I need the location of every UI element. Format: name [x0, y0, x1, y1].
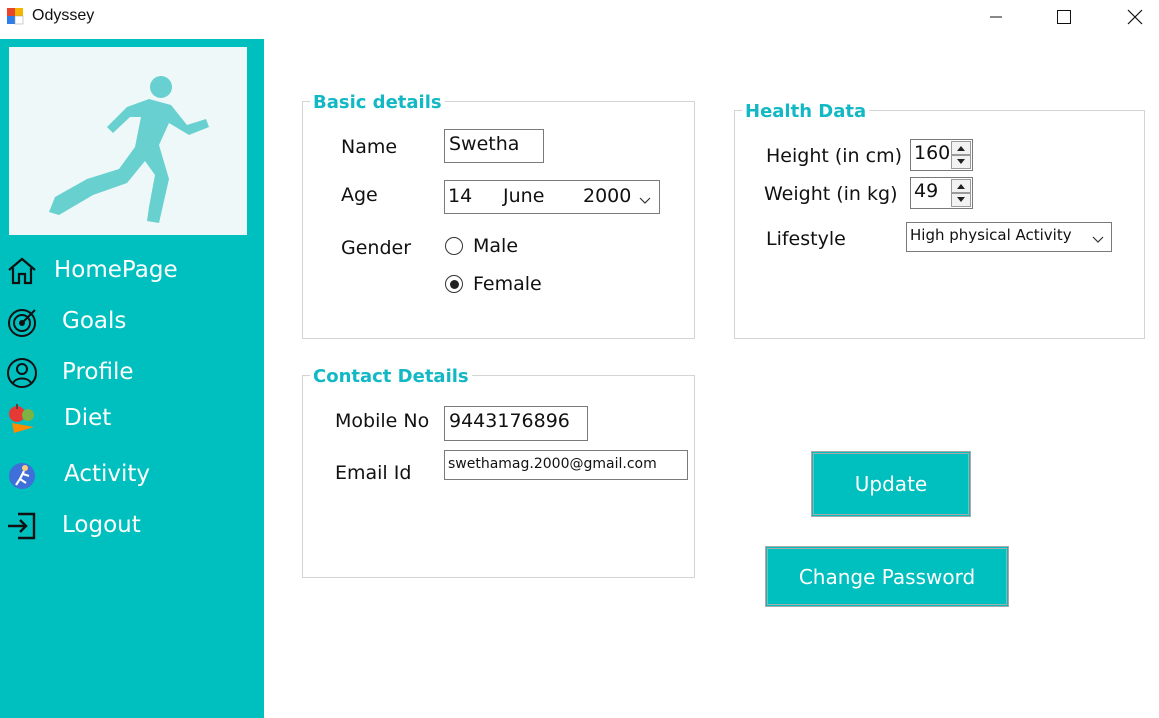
weight-down-button[interactable]: [951, 193, 971, 207]
sidebar-item-goals[interactable]: Goals: [0, 300, 264, 344]
name-label: Name: [341, 136, 398, 158]
sidebar-item-activity[interactable]: Activity: [0, 453, 264, 497]
lifestyle-select[interactable]: High physical Activity: [906, 222, 1112, 252]
sidebar-item-label: Profile: [62, 359, 134, 385]
weight-value: 49: [914, 180, 939, 202]
email-input[interactable]: swethamag.2000@gmail.com: [444, 450, 688, 480]
chevron-down-icon[interactable]: [1092, 231, 1104, 249]
sidebar-item-label: Goals: [62, 308, 127, 334]
height-stepper[interactable]: 160: [910, 139, 973, 171]
fruit-icon: [6, 403, 38, 435]
weight-label: Weight (in kg): [764, 183, 898, 205]
mobile-label: Mobile No: [335, 410, 430, 432]
sidebar-item-diet[interactable]: Diet: [0, 397, 264, 441]
radio-female-label: Female: [473, 273, 542, 295]
maximize-button[interactable]: [1041, 0, 1087, 34]
change-password-button[interactable]: Change Password: [765, 546, 1009, 607]
caret-down-icon: [957, 197, 965, 202]
height-value: 160: [914, 142, 951, 164]
mobile-input[interactable]: 9443176896: [444, 406, 588, 441]
radio-female[interactable]: Female: [445, 273, 565, 297]
sidebar-item-logout[interactable]: Logout: [0, 504, 264, 548]
name-input[interactable]: Swetha: [444, 129, 544, 163]
lifestyle-value: High physical Activity: [910, 226, 1072, 244]
sidebar-item-label: Diet: [64, 405, 112, 431]
activity-icon: [6, 459, 38, 491]
height-down-button[interactable]: [951, 155, 971, 169]
sidebar-item-homepage[interactable]: HomePage: [0, 249, 264, 293]
close-button[interactable]: [1112, 0, 1158, 34]
home-icon: [6, 255, 38, 287]
weight-up-button[interactable]: [951, 179, 971, 193]
radio-selected-dot: [449, 279, 459, 289]
caret-up-icon: [957, 184, 965, 189]
sidebar-item-label: Logout: [62, 512, 141, 538]
target-icon: [6, 306, 38, 338]
age-label: Age: [341, 184, 378, 206]
radio-male-circle[interactable]: [445, 237, 463, 255]
basic-details-title: Basic details: [310, 92, 445, 113]
height-label: Height (in cm): [766, 145, 902, 167]
dob-month: June: [503, 185, 545, 207]
chevron-down-icon[interactable]: [639, 189, 651, 211]
user-circle-icon: [6, 357, 38, 389]
window-title: Odyssey: [32, 7, 95, 24]
sidebar-item-label: HomePage: [54, 257, 178, 283]
dob-year: 2000: [583, 185, 632, 207]
maximize-icon: [1057, 10, 1071, 24]
minimize-button[interactable]: [973, 0, 1019, 34]
caret-down-icon: [957, 159, 965, 164]
health-data-title: Health Data: [742, 101, 870, 122]
height-up-button[interactable]: [951, 141, 971, 155]
gender-label: Gender: [341, 237, 412, 259]
sidebar-item-label: Activity: [64, 461, 151, 487]
radio-male-label: Male: [473, 235, 519, 257]
weight-stepper[interactable]: 49: [910, 177, 973, 209]
contact-details-title: Contact Details: [310, 366, 472, 387]
radio-female-circle[interactable]: [445, 275, 463, 293]
sidebar-item-profile[interactable]: Profile: [0, 351, 264, 395]
dob-day: 14: [448, 185, 473, 207]
caret-up-icon: [957, 146, 965, 151]
dob-date-picker[interactable]: 14 June 2000: [444, 180, 660, 214]
update-button[interactable]: Update: [811, 451, 971, 517]
app-icon: [6, 7, 24, 25]
runner-image: [9, 47, 247, 235]
minimize-icon: [990, 16, 1002, 18]
close-icon: [1127, 9, 1143, 25]
radio-male[interactable]: Male: [445, 235, 565, 259]
logout-icon: [6, 510, 38, 542]
email-label: Email Id: [335, 462, 412, 484]
lifestyle-label: Lifestyle: [766, 228, 846, 250]
